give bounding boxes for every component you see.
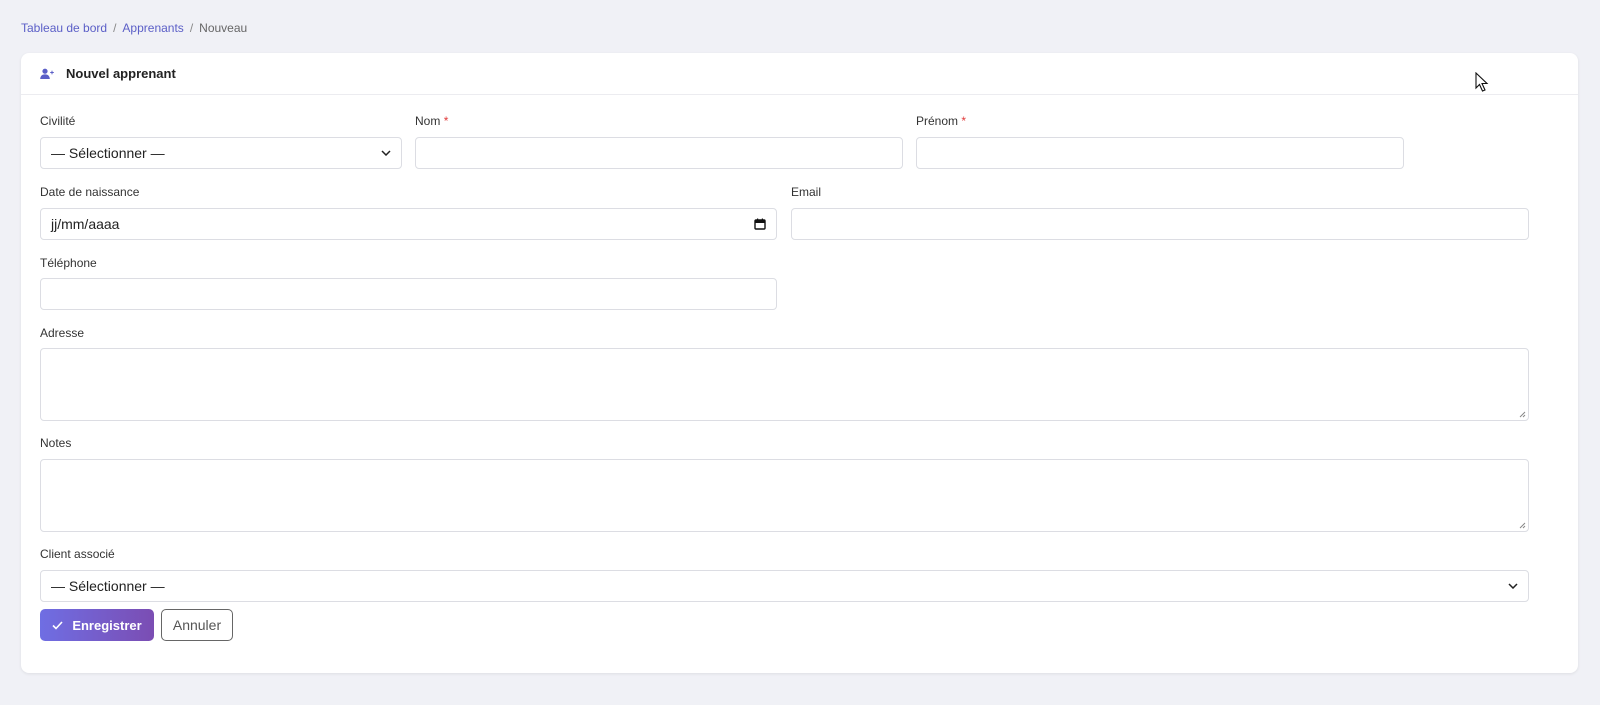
adresse-textarea[interactable] xyxy=(40,348,1529,421)
required-marker: * xyxy=(961,114,967,128)
adresse-text-area[interactable] xyxy=(41,349,1528,420)
card-header: Nouvel apprenant xyxy=(21,53,1578,95)
required-marker: * xyxy=(443,114,449,128)
email-input[interactable] xyxy=(791,208,1529,240)
mouse-cursor-icon xyxy=(1475,72,1489,92)
breadcrumb-current: Nouveau xyxy=(199,21,248,35)
telephone-input[interactable] xyxy=(40,278,777,310)
client-label: Client associé xyxy=(40,547,115,561)
new-learner-card: Nouvel apprenant Civilité — Sélectionner… xyxy=(21,53,1578,673)
user-plus-icon xyxy=(40,68,54,80)
email-label: Email xyxy=(791,185,822,199)
notes-text-area[interactable] xyxy=(41,460,1528,531)
civilite-select[interactable]: — Sélectionner — xyxy=(40,137,402,169)
card-title: Nouvel apprenant xyxy=(66,66,176,81)
nom-text-input[interactable] xyxy=(426,138,892,168)
nom-label: Nom * xyxy=(415,114,449,128)
save-button[interactable]: Enregistrer xyxy=(40,609,154,641)
prenom-text-input[interactable] xyxy=(927,138,1393,168)
client-select-value: — Sélectionner — xyxy=(51,578,165,594)
check-icon xyxy=(52,620,63,630)
calendar-icon[interactable] xyxy=(754,218,766,230)
date-naissance-label: Date de naissance xyxy=(40,185,140,199)
email-text-input[interactable] xyxy=(802,209,1518,239)
date-placeholder: jj/mm/aaaa xyxy=(51,216,120,232)
notes-label: Notes xyxy=(40,436,72,450)
resize-handle-icon[interactable] xyxy=(1519,522,1526,529)
telephone-text-input[interactable] xyxy=(51,279,766,309)
civilite-select-value: — Sélectionner — xyxy=(51,145,165,161)
chevron-down-icon xyxy=(1508,583,1518,589)
prenom-input[interactable] xyxy=(916,137,1404,169)
civilite-label: Civilité xyxy=(40,114,76,128)
resize-handle-icon[interactable] xyxy=(1519,411,1526,418)
chevron-down-icon xyxy=(381,150,391,156)
breadcrumb: Tableau de bord / Apprenants / Nouveau xyxy=(21,21,247,35)
breadcrumb-link-learners[interactable]: Apprenants xyxy=(122,21,183,35)
breadcrumb-separator: / xyxy=(113,21,117,35)
client-select[interactable]: — Sélectionner — xyxy=(40,570,1529,602)
save-button-label: Enregistrer xyxy=(72,617,142,633)
notes-textarea[interactable] xyxy=(40,459,1529,532)
date-naissance-input[interactable]: jj/mm/aaaa xyxy=(40,208,777,240)
breadcrumb-link-dashboard[interactable]: Tableau de bord xyxy=(21,21,107,35)
telephone-label: Téléphone xyxy=(40,256,97,270)
nom-input[interactable] xyxy=(415,137,903,169)
cancel-button[interactable]: Annuler xyxy=(161,609,233,641)
prenom-label: Prénom * xyxy=(916,114,967,128)
adresse-label: Adresse xyxy=(40,326,85,340)
breadcrumb-separator: / xyxy=(189,21,194,35)
